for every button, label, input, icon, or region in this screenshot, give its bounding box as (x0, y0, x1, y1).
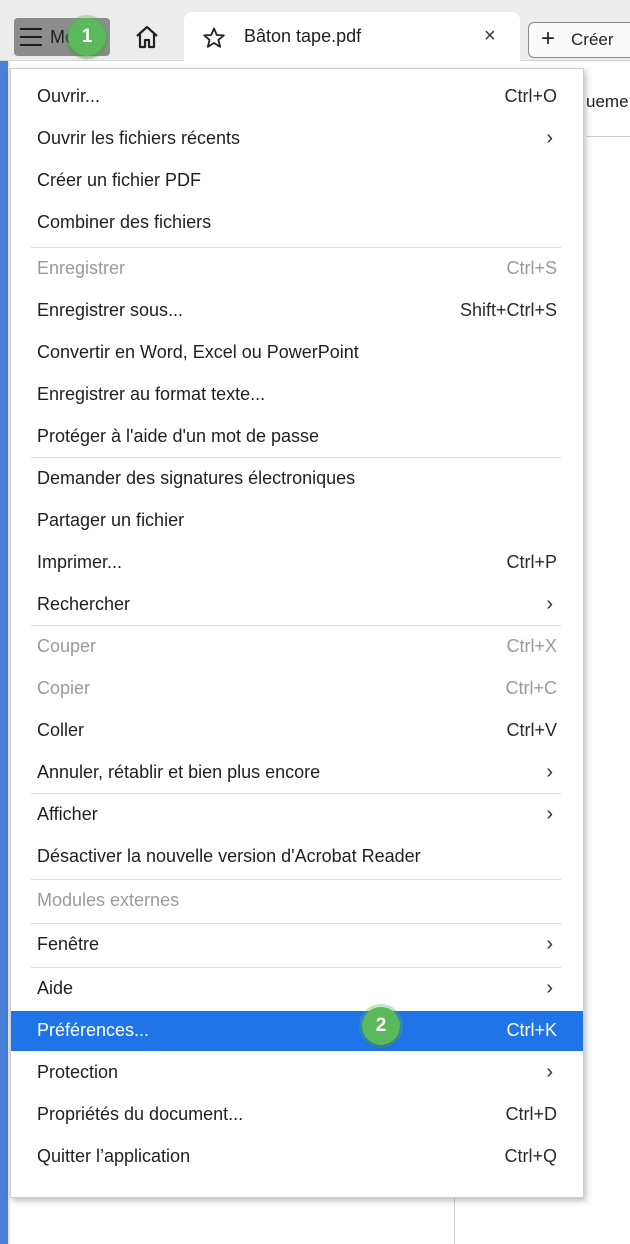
menu-item-help[interactable]: Aide › (11, 969, 583, 1009)
menu-item-shortcut: Shift+Ctrl+S (459, 300, 557, 320)
menu-item-view[interactable]: Afficher › (11, 795, 583, 835)
background-divider (586, 136, 630, 137)
chevron-right-icon: › (546, 1061, 553, 1083)
menu-item-request-signatures[interactable]: Demander des signatures électroniques (11, 459, 583, 499)
chevron-right-icon: › (546, 803, 553, 825)
create-button[interactable]: + Créer (528, 22, 630, 58)
menu-separator (31, 457, 561, 458)
menu-item-save: Enregistrer Ctrl+S (11, 249, 583, 289)
menu-item-shortcut: Ctrl+X (506, 636, 557, 656)
menu-item-paste[interactable]: Coller Ctrl+V (11, 711, 583, 751)
menu-item-open-recent[interactable]: Ouvrir les fichiers récents › (11, 119, 583, 159)
menu-item-cut: Couper Ctrl+X (11, 627, 583, 667)
menu-item-shortcut: Ctrl+D (505, 1104, 557, 1124)
menu-item-protect-password[interactable]: Protéger à l'aide d'un mot de passe (11, 417, 583, 457)
background-pane-divider (454, 1196, 455, 1244)
menu-item-label: Enregistrer (37, 258, 126, 278)
step-badge-1: 1 (68, 18, 106, 56)
menu-item-shortcut: Ctrl+K (506, 1020, 557, 1040)
menu-item-disable-new-version[interactable]: Désactiver la nouvelle version d'Acrobat… (11, 837, 583, 877)
menu-item-label: Demander des signatures électroniques (37, 468, 356, 488)
menu-item-label: Afficher (37, 804, 98, 824)
menu-item-label: Enregistrer au format texte... (37, 384, 266, 404)
chevron-right-icon: › (546, 593, 553, 615)
menu-item-shortcut: Ctrl+V (506, 720, 557, 740)
menu-item-label: Coller (37, 720, 85, 740)
menu-separator (31, 879, 561, 880)
menu-item-label: Protéger à l'aide d'un mot de passe (37, 426, 320, 446)
menu-item-copy: Copier Ctrl+C (11, 669, 583, 709)
menu-item-share-file[interactable]: Partager un fichier (11, 501, 583, 541)
menu-item-document-properties[interactable]: Propriétés du document... Ctrl+D (11, 1095, 583, 1135)
menu-separator (31, 625, 561, 626)
menu-item-shortcut: Ctrl+P (506, 552, 557, 572)
menu-separator (31, 247, 561, 248)
tab-document[interactable]: Bâton tape.pdf × (184, 12, 520, 62)
menu-item-label: Ouvrir les fichiers récents (37, 128, 241, 148)
menu-item-shortcut: Ctrl+O (504, 86, 557, 106)
window-left-border (0, 0, 8, 1244)
plus-icon: + (541, 25, 556, 52)
menu-separator (31, 967, 561, 968)
close-icon[interactable]: × (484, 25, 496, 48)
menu-item-shortcut: Ctrl+Q (504, 1146, 557, 1166)
menu-item-label: Modules externes (37, 890, 180, 910)
menu-item-shortcut: Ctrl+C (505, 678, 557, 698)
menu-item-label: Imprimer... (37, 552, 123, 572)
menu-item-label: Quitter l’application (37, 1146, 191, 1166)
background-partial-text: ueme (586, 92, 629, 111)
hamburger-icon (20, 28, 42, 46)
file-menu-dropdown: Ouvrir... Ctrl+O Ouvrir les fichiers réc… (10, 68, 584, 1198)
menu-item-label: Protection (37, 1062, 119, 1082)
menu-item-label: Enregistrer sous... (37, 300, 184, 320)
menu-separator (31, 793, 561, 794)
menu-item-open[interactable]: Ouvrir... Ctrl+O (11, 77, 583, 117)
menu-item-label: Partager un fichier (37, 510, 185, 530)
menu-item-label: Convertir en Word, Excel ou PowerPoint (37, 342, 359, 362)
tab-title: Bâton tape.pdf (244, 26, 362, 46)
menu-item-save-as-text[interactable]: Enregistrer au format texte... (11, 375, 583, 415)
chevron-right-icon: › (546, 977, 553, 999)
menu-item-search[interactable]: Rechercher › (11, 585, 583, 625)
menu-item-label: Rechercher (37, 594, 131, 614)
menu-item-label: Préférences... (37, 1020, 150, 1040)
menu-item-create-pdf[interactable]: Créer un fichier PDF (11, 161, 583, 201)
menu-item-shortcut: Ctrl+S (506, 258, 557, 278)
home-icon[interactable] (134, 24, 160, 50)
menu-item-protection[interactable]: Protection › (11, 1053, 583, 1093)
menu-item-label: Annuler, rétablir et bien plus encore (37, 762, 321, 782)
star-icon[interactable] (202, 26, 226, 50)
menu-item-label: Propriétés du document... (37, 1104, 244, 1124)
menu-item-label: Couper (37, 636, 97, 656)
menu-item-save-as[interactable]: Enregistrer sous... Shift+Ctrl+S (11, 291, 583, 331)
menu-item-label: Créer un fichier PDF (37, 170, 202, 190)
menu-item-label: Aide (37, 978, 74, 998)
menu-item-label: Désactiver la nouvelle version d'Acrobat… (37, 846, 421, 866)
create-button-label: Créer (571, 30, 614, 49)
chevron-right-icon: › (546, 127, 553, 149)
menu-item-window[interactable]: Fenêtre › (11, 925, 583, 965)
menu-item-print[interactable]: Imprimer... Ctrl+P (11, 543, 583, 583)
menu-separator (31, 923, 561, 924)
step-badge-2: 2 (362, 1007, 400, 1045)
menu-item-label: Fenêtre (37, 934, 100, 954)
menu-item-undo-redo-more[interactable]: Annuler, rétablir et bien plus encore › (11, 753, 583, 793)
menu-item-plugins: Modules externes (11, 881, 583, 921)
menu-item-quit[interactable]: Quitter l’application Ctrl+Q (11, 1137, 583, 1177)
menu-item-label: Copier (37, 678, 91, 698)
menu-item-convert[interactable]: Convertir en Word, Excel ou PowerPoint (11, 333, 583, 373)
chevron-right-icon: › (546, 761, 553, 783)
menu-item-preferences[interactable]: Préférences... Ctrl+K (11, 1011, 583, 1051)
menu-item-combine-files[interactable]: Combiner des fichiers (11, 203, 583, 243)
menu-item-label: Ouvrir... (37, 86, 101, 106)
chevron-right-icon: › (546, 933, 553, 955)
menu-item-label: Combiner des fichiers (37, 212, 212, 232)
